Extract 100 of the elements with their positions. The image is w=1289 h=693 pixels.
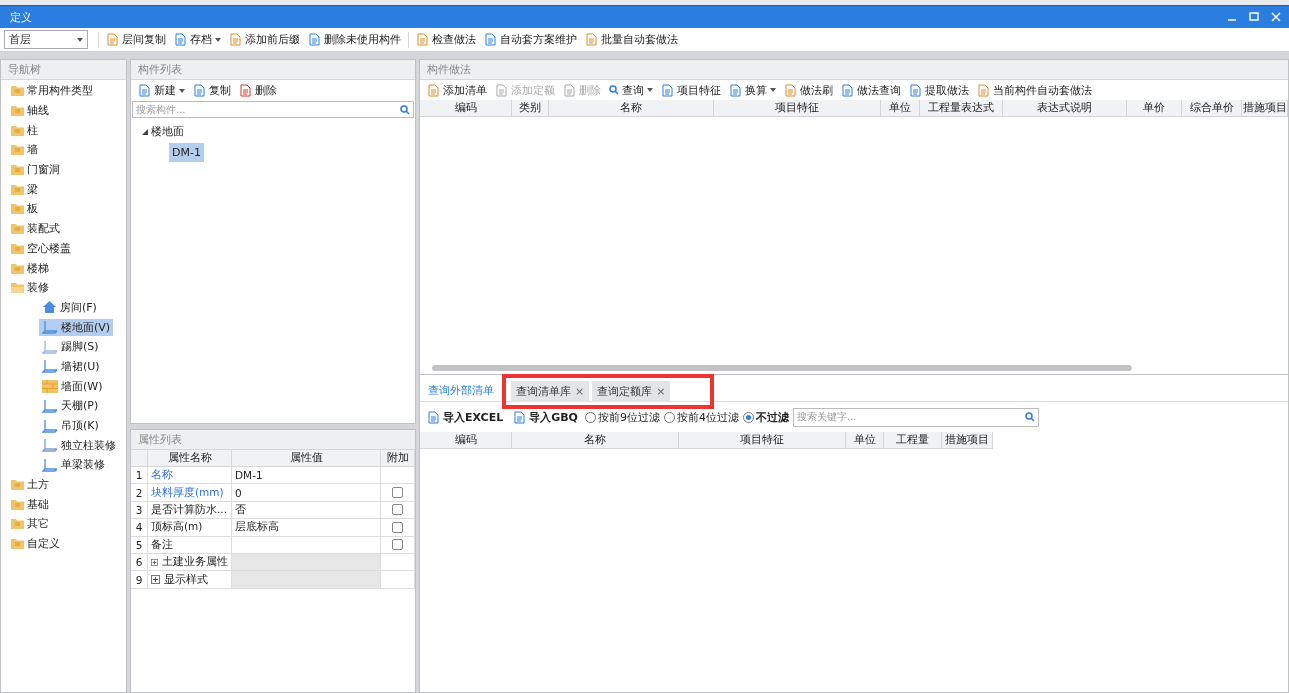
folder-icon xyxy=(11,498,24,510)
toolbar-button[interactable]: 存档 xyxy=(171,31,224,48)
document-icon xyxy=(841,83,854,97)
document-icon xyxy=(427,83,440,97)
column-header: 属性值 xyxy=(232,450,381,467)
import-button[interactable]: 导入EXCEL xyxy=(424,408,507,426)
folder-icon xyxy=(11,144,24,156)
nav-tree-item[interactable]: 房间(F) xyxy=(39,298,100,316)
document-icon xyxy=(229,33,242,46)
toolbar-button[interactable]: 删除未使用构件 xyxy=(305,31,404,48)
toolbar-button[interactable]: 换算 xyxy=(726,81,779,99)
filter-radio[interactable]: 按前4位过滤 xyxy=(663,409,739,425)
column-header: 编码 xyxy=(420,100,512,117)
floor-select[interactable]: 首层 xyxy=(4,30,88,49)
expand-icon[interactable] xyxy=(151,557,158,567)
close-icon[interactable]: × xyxy=(575,385,585,398)
filter-radio[interactable]: 不过滤 xyxy=(742,409,789,425)
close-icon[interactable] xyxy=(1269,10,1283,24)
column-header: 项目特征 xyxy=(679,432,846,449)
toolbar-button[interactable]: 自动套方案维护 xyxy=(481,31,580,48)
column-header: 单位 xyxy=(881,100,920,117)
expand-icon[interactable] xyxy=(151,575,160,585)
checkbox[interactable] xyxy=(392,539,403,551)
nav-tree-item[interactable]: 其它 xyxy=(8,515,52,533)
nav-tree-item[interactable]: 独立柱装修 xyxy=(39,436,119,454)
toolbar-button[interactable]: 项目特征 xyxy=(658,81,724,99)
surface-icon xyxy=(42,339,58,354)
toolbar-button[interactable]: 批量自动套做法 xyxy=(582,31,681,48)
document-icon xyxy=(193,84,206,97)
toolbar-button[interactable]: 删除 xyxy=(236,82,280,99)
toolbar-button[interactable]: 做法刷 xyxy=(781,81,836,99)
property-value[interactable]: DM-1 xyxy=(232,467,381,485)
toolbar-button[interactable]: 做法查询 xyxy=(838,81,904,99)
nav-tree-item[interactable]: 板 xyxy=(8,200,41,218)
nav-tree-item[interactable]: 墙 xyxy=(8,141,41,159)
surface-icon xyxy=(42,438,58,453)
tab[interactable]: 查询定额库 × xyxy=(592,381,671,402)
toolbar-button[interactable]: 提取做法 xyxy=(906,81,972,99)
nav-tree-item[interactable]: 单梁装修 xyxy=(39,456,108,474)
panel-title: 构件列表 xyxy=(131,60,415,80)
panel-title: 构件做法 xyxy=(420,60,1288,80)
checkbox[interactable] xyxy=(392,487,403,499)
nav-tree-item[interactable]: 楼梯 xyxy=(8,259,52,277)
checkbox[interactable] xyxy=(392,504,403,516)
folder-icon xyxy=(11,538,24,550)
toolbar-button[interactable]: 添加清单 xyxy=(424,81,490,99)
nav-tree-item[interactable]: 自定义 xyxy=(8,535,63,553)
document-icon xyxy=(585,33,598,46)
nav-tree-item[interactable]: 踢脚(S) xyxy=(39,338,102,356)
document-icon xyxy=(106,33,119,46)
toolbar-button[interactable]: 添加前后缀 xyxy=(226,31,303,48)
surface-icon xyxy=(42,320,58,335)
nav-tree-item[interactable]: 常用构件类型 xyxy=(8,82,96,100)
import-button[interactable]: 导入GBQ xyxy=(510,408,581,426)
nav-tree-item[interactable]: 装配式 xyxy=(8,220,63,238)
nav-tree-item[interactable]: 基础 xyxy=(8,495,52,513)
property-name: 顶标高(m) xyxy=(148,519,232,537)
caret-icon xyxy=(77,37,83,42)
column-header: 单位 xyxy=(846,432,884,449)
toolbar-button[interactable]: 检查做法 xyxy=(413,31,479,48)
column-header: 措施项目 xyxy=(1242,100,1288,117)
nav-tree-item[interactable]: 装修 xyxy=(8,279,52,297)
tree-node[interactable]: 楼地面 xyxy=(139,123,187,141)
maximize-icon[interactable] xyxy=(1247,10,1261,24)
filter-radio[interactable]: 按前9位过滤 xyxy=(584,409,660,425)
toolbar-button[interactable]: 层间复制 xyxy=(103,31,169,48)
column-header: 类别 xyxy=(512,100,549,117)
close-icon[interactable]: × xyxy=(656,385,666,398)
document-icon xyxy=(909,83,922,97)
nav-tree-item[interactable]: 轴线 xyxy=(8,102,52,120)
nav-tree-item[interactable]: 墙面(W) xyxy=(39,377,106,395)
nav-tree-item[interactable]: 梁 xyxy=(8,180,41,198)
toolbar-button[interactable]: 复制 xyxy=(190,82,234,99)
caret-icon xyxy=(770,88,776,92)
toolbar-button[interactable]: 新建 xyxy=(135,82,188,99)
open-folder-icon xyxy=(11,282,24,294)
surface-icon xyxy=(42,418,58,433)
nav-tree-item[interactable]: 墙裙(U) xyxy=(39,357,103,375)
nav-tree-item[interactable]: 土方 xyxy=(8,476,52,494)
toolbar-button[interactable]: 查询 xyxy=(606,81,656,99)
document-icon xyxy=(563,83,576,97)
folder-icon xyxy=(11,105,24,117)
tab[interactable]: 查询清单库 × xyxy=(511,381,590,402)
nav-tree-item[interactable]: 空心楼盖 xyxy=(8,239,74,257)
toolbar-button[interactable]: 当前构件自动套做法 xyxy=(974,81,1095,99)
nav-tree-item[interactable]: 楼地面(V) xyxy=(39,318,114,336)
scrollbar[interactable] xyxy=(432,365,1132,371)
search-icon xyxy=(400,104,410,115)
nav-tree-item[interactable]: 吊顶(K) xyxy=(39,417,102,435)
nav-tree-item[interactable]: 门窗洞 xyxy=(8,161,63,179)
surface-icon xyxy=(42,398,58,413)
property-value[interactable]: 0 xyxy=(232,484,381,502)
tree-node[interactable]: DM-1 xyxy=(169,142,204,162)
nav-tree-item[interactable]: 柱 xyxy=(8,121,41,139)
nav-tree-item[interactable]: 天棚(P) xyxy=(39,397,102,415)
property-value[interactable]: 层底标高 xyxy=(232,519,381,537)
checkbox[interactable] xyxy=(392,521,403,533)
column-header: 名称 xyxy=(512,432,679,449)
row-number: 2 xyxy=(131,484,148,502)
column-header: 工程量表达式 xyxy=(920,100,1003,117)
